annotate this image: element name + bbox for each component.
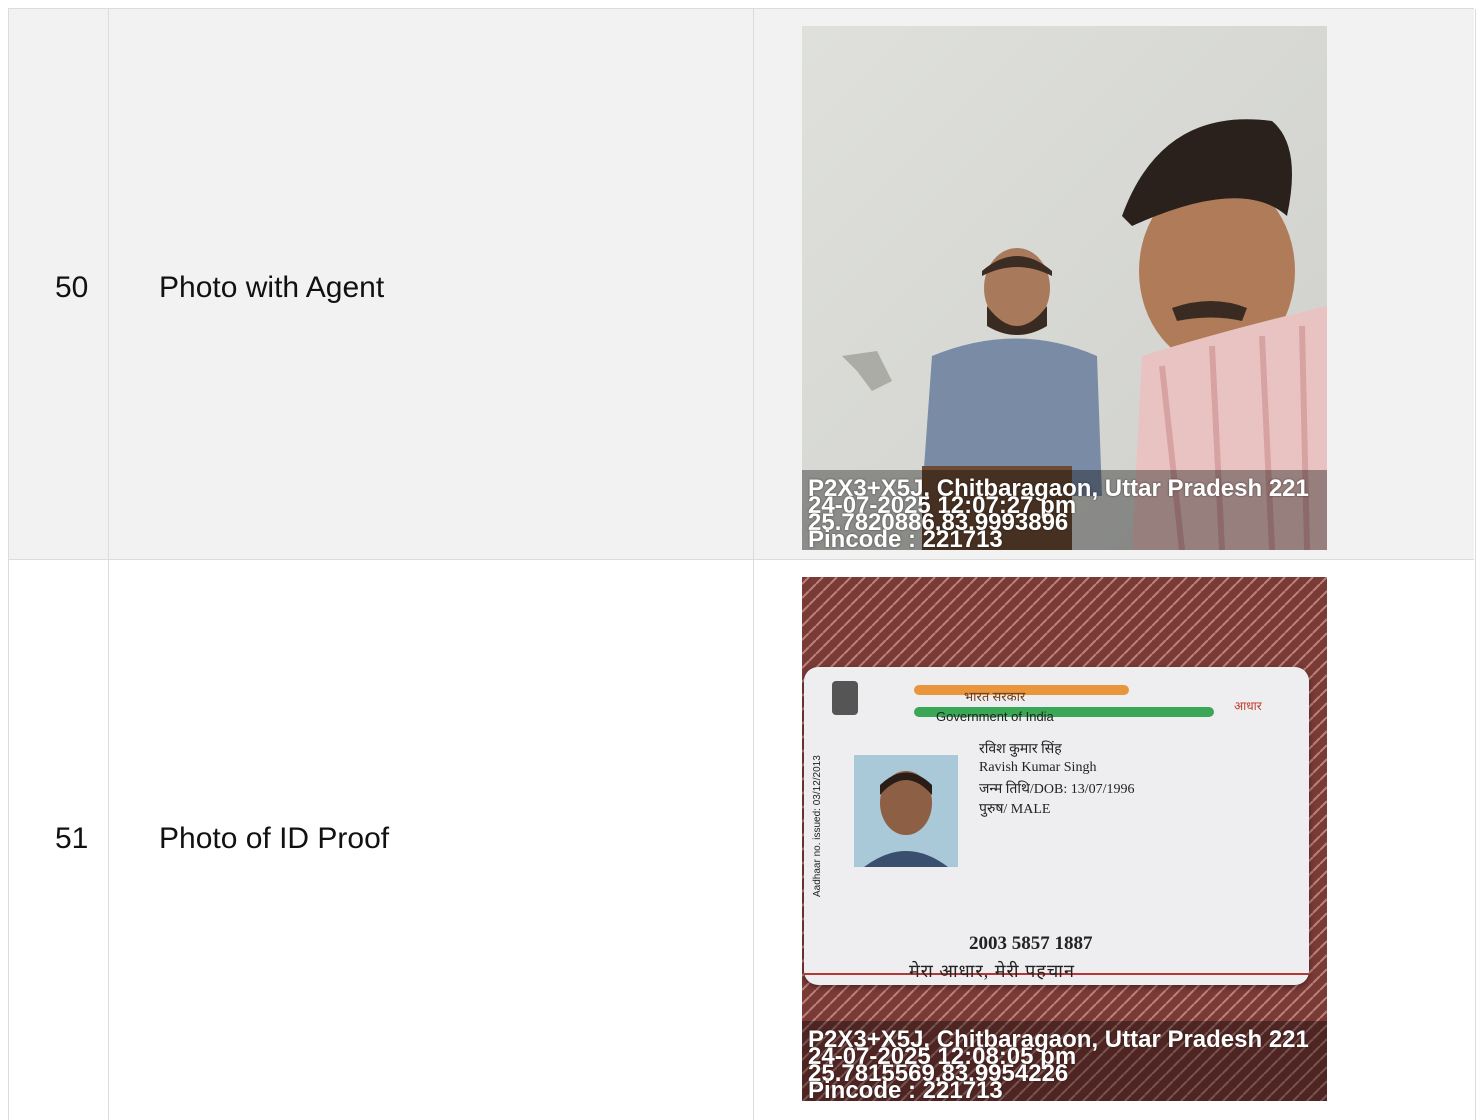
- id-card: भारत सरकार Government of India आधार Aadh…: [804, 667, 1309, 985]
- card-gov-text: Government of India: [936, 709, 1054, 724]
- row-image-cell: P2X3+X5J, Chitbaragaon, Uttar Pradesh 22…: [753, 9, 1476, 560]
- card-issued-date: Aadhaar no. issued: 03/12/2013: [812, 755, 823, 897]
- row-label: Photo with Agent: [159, 271, 385, 304]
- aadhaar-logo: आधार: [1234, 699, 1262, 713]
- card-holder-photo: [854, 755, 958, 867]
- card-dob: जन्म तिथि/DOB: 13/07/1996: [979, 782, 1135, 797]
- row-label-cell: Photo with Agent: [108, 9, 754, 560]
- row-number: 50: [55, 271, 89, 304]
- table-row: 50 Photo with Agent P2X3+X5J, Chitbaraga…: [8, 8, 1476, 560]
- row-label-cell: Photo of ID Proof: [108, 560, 754, 1120]
- aadhaar-number: 2003 5857 1887: [969, 933, 1093, 954]
- card-name-english: Ravish Kumar Singh: [979, 760, 1097, 775]
- geo-stamp: P2X3+X5J, Chitbaragaon, Uttar Pradesh 22…: [808, 1028, 1309, 1102]
- row-label: Photo of ID Proof: [159, 822, 390, 855]
- row-number-cell: 50: [8, 9, 109, 560]
- agent-photo: P2X3+X5J, Chitbaragaon, Uttar Pradesh 22…: [802, 26, 1327, 550]
- row-number-cell: 51: [8, 560, 109, 1120]
- row-number: 51: [55, 822, 89, 855]
- id-proof-photo: भारत सरकार Government of India आधार Aadh…: [802, 577, 1327, 1101]
- table-row: 51 Photo of ID Proof भारत सरकार Governme…: [8, 559, 1476, 1120]
- row-image-cell: भारत सरकार Government of India आधार Aadh…: [753, 560, 1476, 1120]
- card-hindi-header: भारत सरकार: [964, 689, 1026, 704]
- card-name-hindi: रविश कुमार सिंह: [979, 742, 1062, 757]
- card-tagline: मेरा आधार, मेरी पहचान: [909, 961, 1075, 981]
- geo-stamp: P2X3+X5J, Chitbaragaon, Uttar Pradesh 22…: [808, 477, 1309, 551]
- emblem-icon: [832, 681, 858, 715]
- card-gender: पुरुष/ MALE: [979, 802, 1051, 817]
